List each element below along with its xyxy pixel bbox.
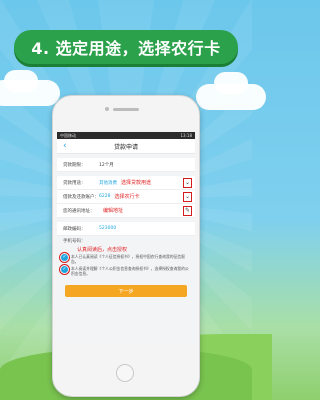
- step-banner: 4. 选定用途，选择农行卡: [14, 30, 238, 64]
- row-value: 12个月: [99, 162, 114, 168]
- address-hint: 编辑地址: [103, 208, 124, 214]
- chevron-down-icon[interactable]: ⌄: [183, 191, 192, 202]
- postcode-input[interactable]: 523000: [99, 226, 116, 231]
- chevron-down-icon[interactable]: ⌄: [183, 177, 192, 188]
- status-bar: 中国移动 13:18: [57, 132, 195, 139]
- phone-screen: 中国移动 13:18 ‹ 贷款申请 贷款期限： 12个月 贷款用途： 其他消费 …: [57, 132, 195, 346]
- edit-pencil-icon[interactable]: ✎: [183, 205, 192, 216]
- form-row-postcode[interactable]: 邮政编码： 523000: [57, 222, 195, 236]
- purpose-hint: 选择贷款用途: [121, 180, 152, 186]
- cloud-decoration: [4, 70, 38, 92]
- chevron-left-icon[interactable]: ‹: [63, 141, 67, 151]
- checkbox-checked-icon[interactable]: ✓: [59, 252, 70, 263]
- agreement-fund[interactable]: ✓ 本人阅读并理解《个人公积金信息查询授权书》，选择授权查询我的公积金信息。: [57, 264, 195, 277]
- agreement-text: 本人阅读并理解《个人公积金信息查询授权书》，选择授权查询我的公积金信息。: [71, 266, 189, 276]
- checkbox-checked-icon[interactable]: ✓: [59, 264, 70, 275]
- agreement-text: 本人已认真阅读《个人征信授权书》，授权中国农行查询我的征信报告。: [71, 254, 185, 264]
- phone-label: 手机号码：: [63, 239, 86, 244]
- home-button[interactable]: [116, 364, 134, 382]
- cloud-decoration: [214, 72, 248, 94]
- nav-bar: ‹ 贷款申请: [57, 139, 195, 154]
- form-row-account[interactable]: 借款及还款账户： 6228 选择农行卡 ⌄: [57, 190, 195, 204]
- carrier-text: 中国移动: [60, 132, 76, 138]
- row-label: 您的通讯地址：: [63, 208, 95, 214]
- row-label: 借款及还款账户：: [63, 194, 99, 200]
- row-label: 邮政编码：: [63, 226, 86, 232]
- form-row-purpose[interactable]: 贷款用途： 其他消费 选择贷款用途 ⌄: [57, 176, 195, 190]
- clock-text: 13:18: [180, 133, 192, 138]
- form-row-term: 贷款期限： 12个月: [57, 158, 195, 172]
- page-title: 贷款申请: [113, 143, 138, 151]
- row-label: 贷款期限：: [63, 162, 86, 168]
- camera-icon: [105, 107, 109, 111]
- form-row-address[interactable]: 您的通讯地址： 编辑地址 ✎: [57, 204, 195, 218]
- account-hint: 选择农行卡: [114, 194, 140, 200]
- purpose-select[interactable]: 其他消费: [99, 180, 117, 186]
- row-label: 贷款用途：: [63, 180, 86, 186]
- agree-hint: 认真阅读后，点击授权: [77, 247, 128, 253]
- agreement-credit[interactable]: ✓ 本人已认真阅读《个人征信授权书》，授权中国农行查询我的征信报告。: [57, 252, 195, 265]
- next-button[interactable]: 下一步: [65, 285, 187, 297]
- speaker-icon: [113, 108, 139, 111]
- account-select[interactable]: 6228: [99, 194, 110, 199]
